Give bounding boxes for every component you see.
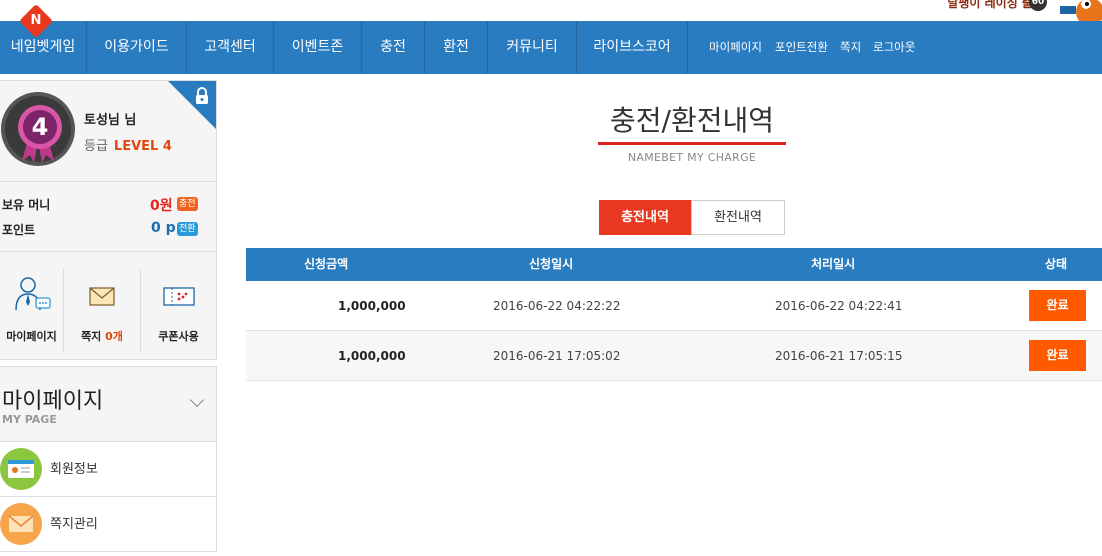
- charge-tag-button[interactable]: 충전: [177, 197, 198, 211]
- divider: [0, 181, 216, 182]
- nav-community[interactable]: 커뮤니티: [488, 21, 577, 74]
- nav-live-score[interactable]: 라이브스코어: [577, 21, 688, 74]
- message-count: 0개: [105, 330, 123, 343]
- row-amount: 1,000,000: [338, 349, 406, 363]
- table-row: 1,000,000 2016-06-21 17:05:02 2016-06-21…: [246, 331, 1102, 381]
- chevron-down-icon[interactable]: [189, 392, 205, 408]
- grade-value: LEVEL 4: [113, 139, 172, 154]
- id-card-icon: [0, 448, 42, 490]
- row-amount: 1,000,000: [338, 299, 406, 313]
- menu-message-manage[interactable]: 쪽지관리: [0, 497, 217, 552]
- mypage-subtitle: MY PAGE: [2, 413, 57, 426]
- nav-guide[interactable]: 이용가이드: [87, 21, 187, 74]
- header-status: 상태: [1045, 257, 1068, 271]
- ticket-icon: [162, 276, 196, 315]
- mypage-title: 마이페이지: [2, 389, 104, 414]
- page-title: 충전/환전내역: [610, 104, 774, 137]
- menu-message-manage-label: 쪽지관리: [50, 517, 98, 532]
- point-value: 0 p: [151, 220, 176, 236]
- lock-icon[interactable]: [194, 87, 210, 105]
- nav-customer-center[interactable]: 고객센터: [187, 21, 274, 74]
- nav-logout[interactable]: 로그아웃: [873, 21, 915, 74]
- main-nav: 네임벳게임 이용가이드 고객센터 이벤트존 충전 환전 커뮤니티 라이브스코어 …: [0, 21, 1102, 74]
- nav-point-convert[interactable]: 포인트전환: [775, 21, 828, 74]
- money-value: 0원: [150, 198, 173, 214]
- header-processed-at: 처리일시: [811, 257, 856, 271]
- nav-exchange[interactable]: 환전: [425, 21, 488, 74]
- point-label: 포인트: [2, 223, 36, 237]
- nav-charge[interactable]: 충전: [362, 21, 425, 74]
- user-nickname: 토성님 님: [84, 113, 137, 128]
- person-chat-icon: [12, 276, 52, 315]
- envelope-icon: [0, 503, 42, 545]
- mypage-header[interactable]: 마이페이지 MY PAGE: [0, 366, 217, 442]
- quick-messages[interactable]: 쪽지 0개: [64, 268, 140, 352]
- envelope-icon: [88, 276, 116, 315]
- status-badge: 완료: [1029, 340, 1086, 371]
- tab-charge-history[interactable]: 충전내역: [599, 200, 691, 235]
- level-number: 4: [32, 113, 49, 141]
- nav-mypage[interactable]: 마이페이지: [709, 21, 762, 74]
- nav-messages[interactable]: 쪽지: [840, 21, 861, 74]
- table-row: 1,000,000 2016-06-22 04:22:22 2016-06-22…: [246, 281, 1102, 331]
- table-header: 신청금액 신청일시 처리일시 상태: [246, 248, 1102, 281]
- header-requested-at: 신청일시: [529, 257, 574, 271]
- tab-exchange-history[interactable]: 환전내역: [691, 200, 785, 235]
- menu-member-info[interactable]: 회원정보: [0, 442, 217, 497]
- quick-messages-label: 쪽지 0개: [64, 328, 140, 344]
- row-processed-at: 2016-06-21 17:05:15: [775, 349, 903, 363]
- divider: [0, 251, 216, 252]
- menu-member-info-label: 회원정보: [50, 462, 98, 477]
- nav-event-zone[interactable]: 이벤트존: [274, 21, 362, 74]
- profile-panel: 4 토성님 님 등급 LEVEL 4 보유 머니 0원 충전 포인트 0 p 전환: [0, 80, 217, 360]
- logo[interactable]: N: [19, 4, 53, 38]
- row-requested-at: 2016-06-22 04:22:22: [493, 299, 621, 313]
- quick-mypage-label: 마이페이지: [6, 330, 57, 343]
- quick-mypage[interactable]: 마이페이지: [0, 268, 63, 352]
- messages-label-text: 쪽지: [81, 330, 106, 343]
- row-processed-at: 2016-06-22 04:22:41: [775, 299, 903, 313]
- convert-tag-button[interactable]: 전환: [177, 222, 198, 236]
- quick-coupon-label: 쿠폰사용: [158, 330, 199, 343]
- quick-coupon[interactable]: 쿠폰사용: [141, 268, 216, 352]
- user-grade: 등급 LEVEL 4: [84, 135, 172, 154]
- status-badge: 완료: [1029, 290, 1086, 321]
- promo-character-image[interactable]: [1056, 0, 1102, 22]
- row-requested-at: 2016-06-21 17:05:02: [493, 349, 621, 363]
- money-label: 보유 머니: [2, 198, 51, 212]
- title-underline: [598, 142, 786, 145]
- logo-letter: N: [30, 13, 42, 28]
- page-subtitle: NAMEBET MY CHARGE: [627, 151, 757, 164]
- top-strip: N 달팽이 레이싱 출시 60: [0, 0, 1102, 38]
- header-amount: 신청금액: [304, 257, 349, 271]
- grade-label: 등급: [84, 139, 108, 154]
- level-badge-avatar: 4: [0, 91, 76, 167]
